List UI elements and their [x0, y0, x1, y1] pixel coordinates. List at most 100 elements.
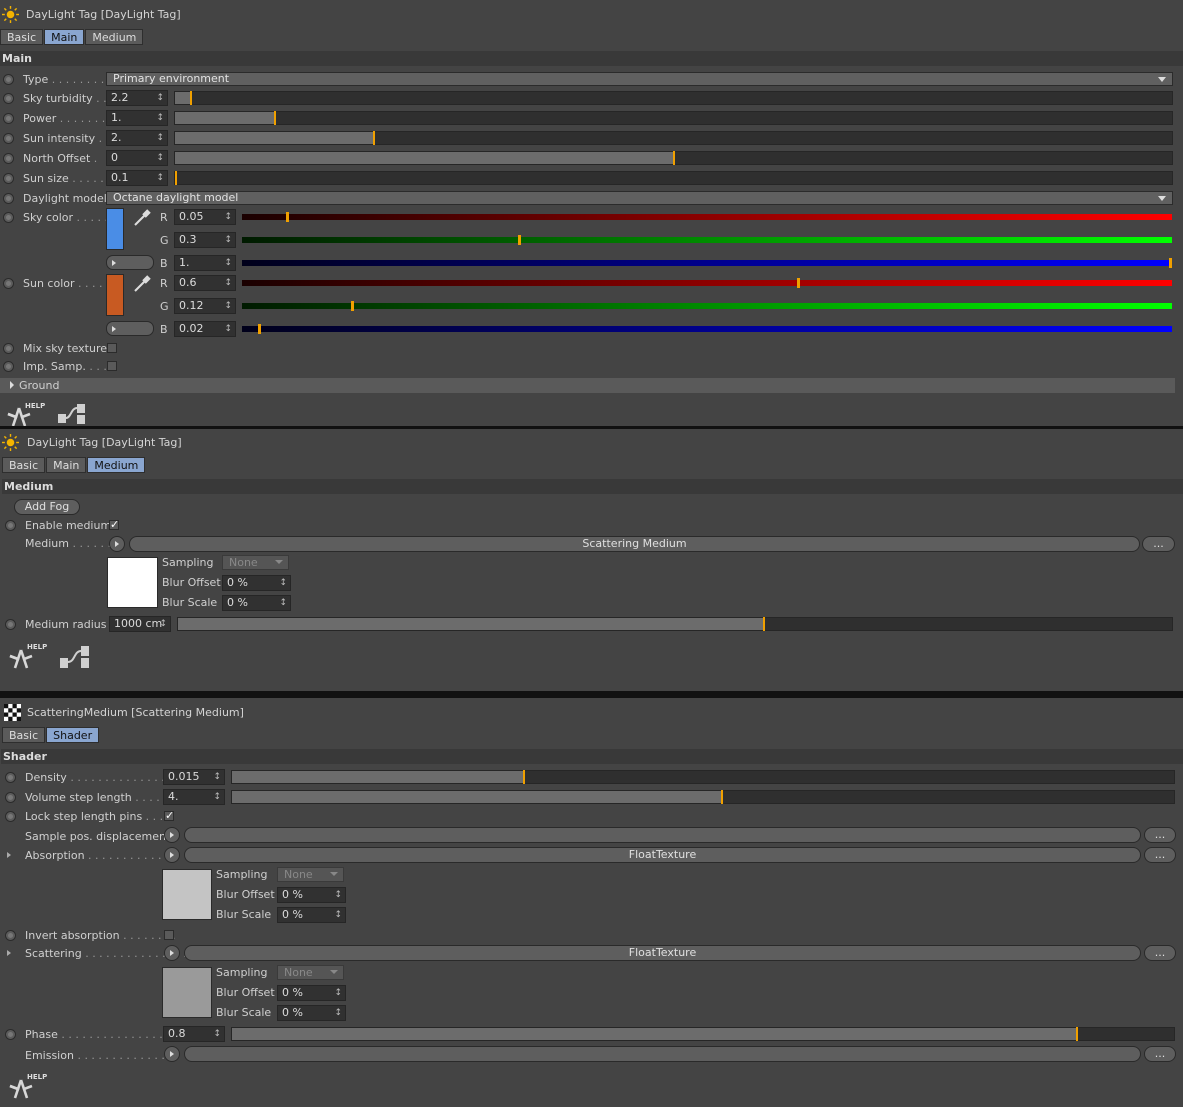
blur-scale-input[interactable]: 0 % [277, 1005, 346, 1021]
slider-knob[interactable] [1075, 1027, 1078, 1041]
tab-basic[interactable]: Basic [2, 457, 46, 473]
daylight-model-dropdown[interactable]: Octane daylight model [106, 191, 1173, 205]
slider-knob[interactable] [720, 790, 723, 804]
slider-knob[interactable] [1169, 258, 1172, 268]
enable-medium-checkbox[interactable]: ✓ [109, 519, 119, 530]
node-editor-icon[interactable] [57, 403, 91, 425]
sun-intensity-slider[interactable] [174, 131, 1173, 145]
add-fog-button[interactable]: Add Fog [14, 499, 80, 515]
density-input[interactable]: 0.015 [163, 769, 225, 785]
invert-absorption-radio[interactable] [5, 930, 16, 941]
sun-size-input[interactable]: 0.1 [106, 170, 168, 186]
sampling-dropdown[interactable]: None [277, 965, 344, 980]
sun-intensity-input[interactable]: 2. [106, 130, 168, 146]
medium-radius-radio[interactable] [5, 619, 16, 630]
eyedropper-icon[interactable] [132, 208, 152, 228]
invert-absorption-checkbox[interactable] [164, 930, 174, 940]
blur-offset-input[interactable]: 0 % [277, 985, 346, 1001]
emission-link-button[interactable] [164, 1046, 180, 1062]
volume-step-slider[interactable] [231, 790, 1175, 804]
sampling-dropdown[interactable]: None [277, 867, 344, 882]
sun-color-radio[interactable] [3, 278, 14, 289]
help-icon[interactable]: HELP [7, 643, 47, 669]
imp-samp-checkbox[interactable] [107, 361, 117, 371]
tab-main[interactable]: Main [44, 29, 85, 45]
absorption-link-button[interactable] [164, 847, 180, 863]
sky-g-input[interactable]: 0.3 [174, 232, 236, 248]
lock-step-checkbox[interactable]: ✓ [164, 810, 174, 821]
ground-group-header[interactable]: Ground [0, 378, 1175, 393]
medium-link-field[interactable]: Scattering Medium [129, 536, 1140, 552]
enable-medium-radio[interactable] [5, 520, 16, 531]
slider-knob[interactable] [518, 235, 521, 245]
blur-offset-input[interactable]: 0 % [277, 887, 346, 903]
sample-pos-more-button[interactable]: ... [1144, 827, 1176, 843]
scattering-field[interactable]: FloatTexture [184, 945, 1141, 961]
sun-b-input[interactable]: 0.02 [174, 321, 236, 337]
tab-basic[interactable]: Basic [2, 727, 46, 743]
scattering-link-button[interactable] [164, 945, 180, 961]
tab-medium[interactable]: Medium [85, 29, 144, 45]
sun-g-slider[interactable] [242, 301, 1172, 311]
power-radio[interactable] [3, 113, 14, 124]
expand-arrow-icon[interactable] [7, 950, 11, 956]
emission-more-button[interactable]: ... [1144, 1046, 1176, 1062]
sun-color-swatch[interactable] [106, 274, 124, 316]
slider-knob[interactable] [350, 301, 354, 311]
expand-arrow-icon[interactable] [7, 852, 11, 858]
imp-samp-radio[interactable] [3, 361, 14, 372]
sky-color-radio[interactable] [3, 212, 14, 223]
density-slider[interactable] [231, 770, 1175, 784]
medium-radius-slider[interactable] [177, 617, 1173, 631]
sample-pos-link-button[interactable] [164, 827, 180, 843]
phase-radio[interactable] [5, 1029, 16, 1040]
tab-medium[interactable]: Medium [87, 457, 146, 473]
north-offset-radio[interactable] [3, 153, 14, 164]
eyedropper-icon[interactable] [132, 274, 152, 294]
sun-g-input[interactable]: 0.12 [174, 298, 236, 314]
slider-knob[interactable] [285, 212, 289, 222]
sky-color-expand-button[interactable] [106, 255, 154, 270]
help-icon[interactable]: HELP [5, 402, 45, 426]
blur-offset-input[interactable]: 0 % [222, 575, 291, 591]
sun-size-radio[interactable] [3, 173, 14, 184]
mix-sky-radio[interactable] [3, 343, 14, 354]
sky-turbidity-input[interactable]: 2.2 [106, 90, 168, 106]
slider-knob[interactable] [189, 91, 192, 105]
node-editor-icon[interactable] [59, 645, 93, 671]
type-anim-radio[interactable] [3, 74, 14, 85]
slider-knob[interactable] [672, 151, 675, 165]
sky-b-input[interactable]: 1. [174, 255, 236, 271]
slider-knob[interactable] [523, 770, 526, 784]
sun-b-slider[interactable] [242, 324, 1172, 334]
sky-r-slider[interactable] [242, 212, 1172, 222]
slider-knob[interactable] [175, 171, 177, 185]
emission-field[interactable] [184, 1046, 1141, 1062]
volume-step-input[interactable]: 4. [163, 789, 225, 805]
phase-slider[interactable] [231, 1027, 1175, 1041]
north-offset-slider[interactable] [174, 151, 1173, 165]
tab-basic[interactable]: Basic [0, 29, 44, 45]
sun-r-input[interactable]: 0.6 [174, 275, 236, 291]
power-slider[interactable] [174, 111, 1173, 125]
sampling-dropdown[interactable]: None [222, 555, 289, 570]
sample-pos-field[interactable] [184, 827, 1141, 843]
slider-knob[interactable] [763, 617, 766, 631]
absorption-field[interactable]: FloatTexture [184, 847, 1141, 863]
sky-g-slider[interactable] [242, 235, 1172, 245]
sun-size-slider[interactable] [174, 171, 1173, 185]
blur-scale-input[interactable]: 0 % [277, 907, 346, 923]
density-radio[interactable] [5, 772, 16, 783]
sun-color-expand-button[interactable] [106, 321, 154, 336]
sky-turbidity-slider[interactable] [174, 91, 1173, 105]
lock-step-radio[interactable] [5, 811, 16, 822]
medium-link-button[interactable] [109, 536, 125, 552]
absorption-more-button[interactable]: ... [1144, 847, 1176, 863]
tab-shader[interactable]: Shader [46, 727, 100, 743]
slider-knob[interactable] [797, 278, 800, 288]
blur-scale-input[interactable]: 0 % [222, 595, 291, 611]
phase-input[interactable]: 0.8 [163, 1026, 225, 1042]
medium-radius-input[interactable]: 1000 cm [109, 616, 171, 632]
type-dropdown[interactable]: Primary environment [106, 72, 1173, 86]
mix-sky-texture-checkbox[interactable] [107, 343, 117, 353]
